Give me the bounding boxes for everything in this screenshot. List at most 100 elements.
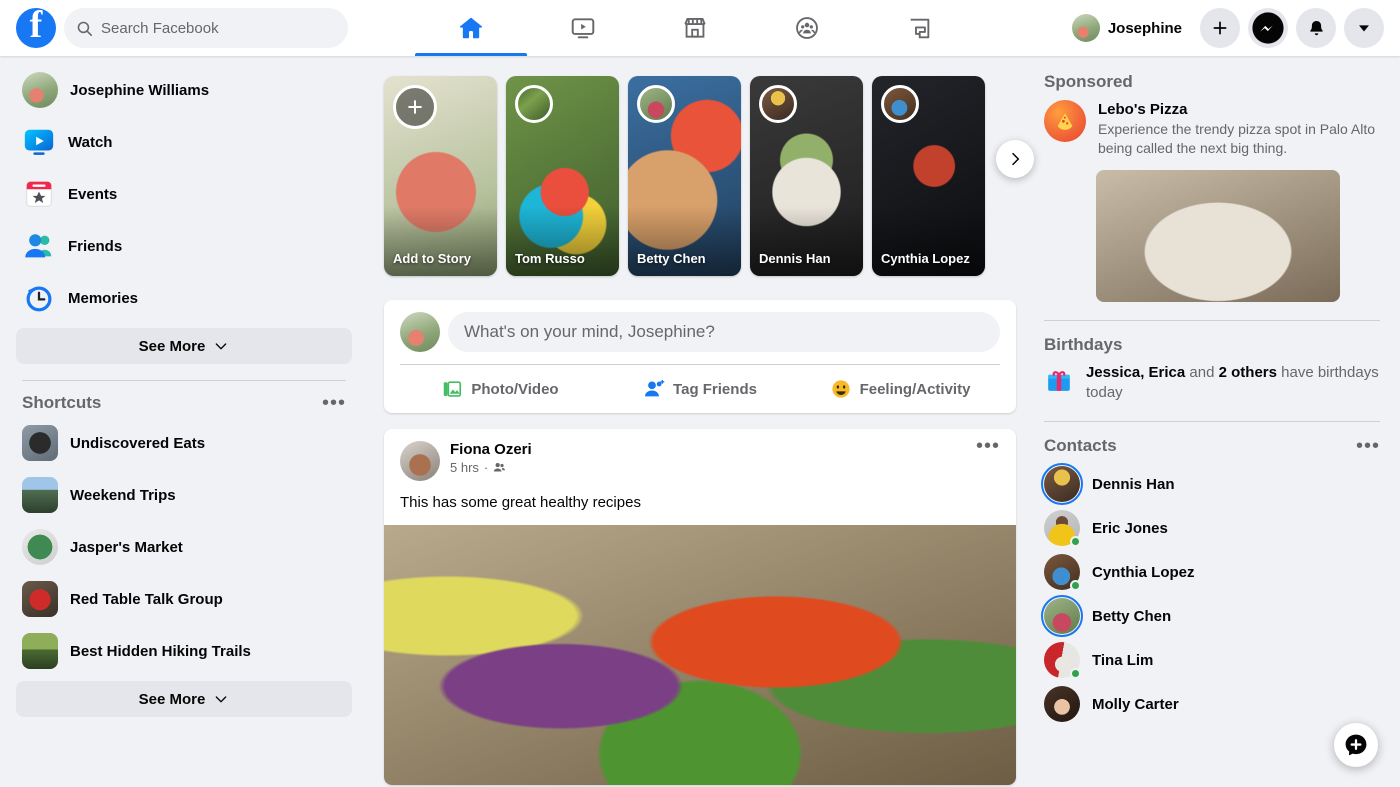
messenger-button[interactable] bbox=[1248, 8, 1288, 48]
story-label: Dennis Han bbox=[759, 251, 831, 266]
post-meta: 5 hrs · bbox=[450, 460, 532, 475]
sidebar-item-profile[interactable]: Josephine Williams bbox=[16, 68, 352, 112]
story-card-dennis-han[interactable]: Dennis Han bbox=[750, 76, 863, 276]
ad-description: Experience the trendy pizza spot in Palo… bbox=[1098, 121, 1376, 156]
shortcut-label: Undiscovered Eats bbox=[70, 434, 206, 452]
account-menu-button[interactable] bbox=[1344, 8, 1384, 48]
shortcuts-options-icon[interactable]: ••• bbox=[322, 393, 346, 413]
post-author-name[interactable]: Fiona Ozeri bbox=[450, 441, 532, 458]
emoji-icon bbox=[831, 380, 850, 398]
profile-button[interactable]: Josephine bbox=[1068, 10, 1192, 46]
post-composer: What's on your mind, Josephine? Photo/Vi… bbox=[384, 300, 1016, 413]
search-input[interactable]: Search Facebook bbox=[64, 8, 348, 48]
contact-item-tina-lim[interactable]: Tina Lim bbox=[1036, 638, 1380, 682]
post-timestamp: 5 hrs bbox=[450, 460, 479, 475]
rail-divider bbox=[1044, 320, 1380, 321]
notifications-button[interactable] bbox=[1296, 8, 1336, 48]
shortcut-label: Jasper's Market bbox=[70, 538, 183, 556]
stories-tray: Add to Story Tom Russo Betty Chen Dennis… bbox=[384, 56, 1034, 276]
story-card-add-to-story[interactable]: Add to Story bbox=[384, 76, 497, 276]
gift-icon bbox=[1048, 371, 1070, 391]
story-ring bbox=[1041, 595, 1083, 637]
see-more-label: See More bbox=[138, 690, 206, 708]
contact-item-dennis-han[interactable]: Dennis Han bbox=[1036, 462, 1380, 506]
bell-icon bbox=[1309, 20, 1323, 35]
nav-tab-marketplace[interactable] bbox=[639, 0, 751, 56]
contact-item-betty-chen[interactable]: Betty Chen bbox=[1036, 594, 1380, 638]
sidebar-shortcut-jaspers-market[interactable]: Jasper's Market bbox=[16, 525, 352, 569]
avatar bbox=[1071, 14, 1100, 42]
composer-tag-friends-button[interactable]: Tag Friends bbox=[600, 365, 800, 413]
shortcuts-header: Shortcuts ••• bbox=[16, 393, 352, 413]
composer-actions: Photo/Video Tag Friends Feeling/Activity bbox=[400, 365, 1000, 413]
shortcut-thumbnail bbox=[22, 477, 58, 513]
add-story-plus-icon bbox=[393, 85, 437, 129]
shortcut-thumbnail bbox=[22, 633, 58, 669]
memories-icon bbox=[26, 286, 52, 312]
sidebar-item-memories[interactable]: Memories bbox=[16, 276, 352, 320]
sponsored-title: Sponsored bbox=[1044, 72, 1133, 91]
contact-name: Tina Lim bbox=[1092, 651, 1154, 669]
avatar bbox=[400, 312, 440, 352]
sponsored-ad[interactable]: Lebo's Pizza Experience the trendy pizza… bbox=[1044, 100, 1380, 158]
contact-name: Eric Jones bbox=[1092, 519, 1168, 537]
shortcuts-see-more-button[interactable]: See More bbox=[16, 681, 352, 717]
sidebar-shortcut-undiscovered-eats[interactable]: Undiscovered Eats bbox=[16, 421, 352, 465]
header-left: Search Facebook bbox=[0, 3, 360, 48]
main-nav bbox=[360, 0, 1030, 56]
birthday-connector: and bbox=[1185, 364, 1219, 381]
contact-item-molly-carter[interactable]: Molly Carter bbox=[1036, 682, 1380, 726]
search-icon bbox=[76, 20, 93, 37]
post-text: This has some great healthy recipes bbox=[400, 494, 641, 511]
nav-tab-gaming[interactable] bbox=[863, 0, 975, 56]
nav-tab-groups[interactable] bbox=[751, 0, 863, 56]
avatar[interactable] bbox=[400, 441, 440, 481]
ad-title: Lebo's Pizza bbox=[1098, 101, 1188, 118]
story-avatar bbox=[637, 85, 675, 123]
sidebar-divider bbox=[22, 380, 346, 381]
composer-photo-video-button[interactable]: Photo/Video bbox=[400, 365, 600, 413]
header-right: Josephine bbox=[1030, 8, 1400, 48]
create-button[interactable] bbox=[1200, 8, 1240, 48]
sidebar-item-label: Memories bbox=[68, 289, 139, 307]
sidebar-item-watch[interactable]: Watch bbox=[16, 120, 352, 164]
story-card-betty-chen[interactable]: Betty Chen bbox=[628, 76, 741, 276]
avatar bbox=[1044, 510, 1081, 547]
online-status-dot bbox=[1070, 580, 1081, 591]
photo-icon bbox=[444, 381, 462, 397]
sidebar-shortcut-weekend-trips[interactable]: Weekend Trips bbox=[16, 473, 352, 517]
home-icon bbox=[459, 17, 483, 39]
facebook-page: Search Facebook bbox=[0, 0, 1400, 787]
avatar bbox=[1044, 554, 1081, 591]
nav-tab-home[interactable] bbox=[415, 0, 527, 56]
contact-item-eric-jones[interactable]: Eric Jones bbox=[1036, 506, 1380, 550]
stories-next-button[interactable] bbox=[996, 140, 1034, 178]
composer-input[interactable]: What's on your mind, Josephine? bbox=[448, 312, 1000, 352]
sidebar-item-friends[interactable]: Friends bbox=[16, 224, 352, 268]
post-options-icon[interactable]: ••• bbox=[976, 436, 1000, 456]
contact-name: Betty Chen bbox=[1092, 607, 1172, 625]
contact-item-cynthia-lopez[interactable]: Cynthia Lopez bbox=[1036, 550, 1380, 594]
right-rail: Sponsored Lebo's Pizza Experience the tr… bbox=[1016, 56, 1400, 787]
sidebar-item-events[interactable]: Events bbox=[16, 172, 352, 216]
story-card-cynthia-lopez[interactable]: Cynthia Lopez bbox=[872, 76, 985, 276]
new-message-button[interactable] bbox=[1334, 723, 1378, 767]
birthday-names: Jessica, Erica bbox=[1085, 364, 1186, 381]
sidebar-see-more-button[interactable]: See More bbox=[16, 328, 352, 364]
contacts-options-icon[interactable]: ••• bbox=[1356, 436, 1380, 456]
watch-icon bbox=[24, 129, 54, 155]
story-card-tom-russo[interactable]: Tom Russo bbox=[506, 76, 619, 276]
birthday-entry[interactable]: Jessica, Erica and 2 others have birthda… bbox=[1044, 363, 1380, 403]
nav-tab-watch[interactable] bbox=[527, 0, 639, 56]
sidebar-shortcut-best-hidden-hiking-trails[interactable]: Best Hidden Hiking Trails bbox=[16, 629, 352, 673]
ad-image[interactable] bbox=[1096, 170, 1340, 302]
post-image[interactable] bbox=[384, 525, 1016, 785]
rail-divider bbox=[1044, 421, 1380, 422]
composer-top-row: What's on your mind, Josephine? bbox=[400, 312, 1000, 364]
sidebar-item-label: Friends bbox=[68, 237, 123, 255]
facebook-logo-icon[interactable] bbox=[16, 3, 56, 48]
shortcut-label: Red Table Talk Group bbox=[70, 590, 223, 608]
composer-feeling-activity-button[interactable]: Feeling/Activity bbox=[800, 365, 1000, 413]
sidebar-shortcut-red-table-talk-group[interactable]: Red Table Talk Group bbox=[16, 577, 352, 621]
shortcut-label: Weekend Trips bbox=[70, 486, 176, 504]
